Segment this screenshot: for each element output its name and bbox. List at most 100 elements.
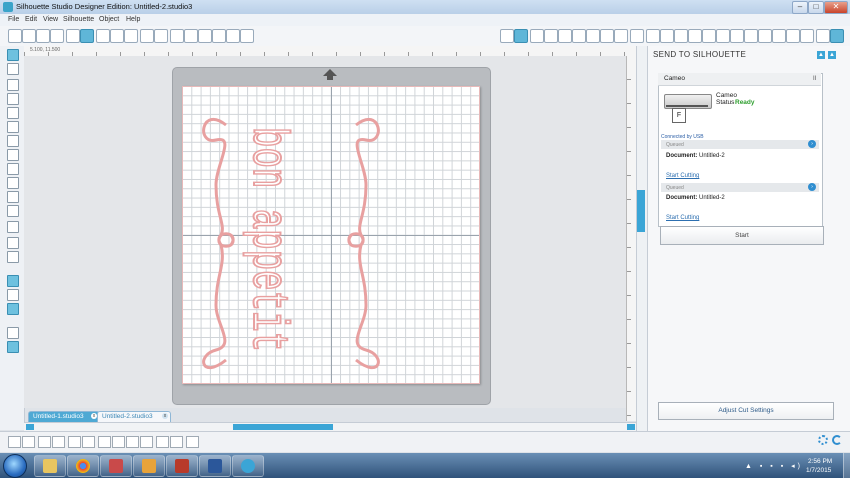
delete-icon[interactable] <box>82 436 95 448</box>
print-cut-icon[interactable] <box>800 29 814 43</box>
undo-icon[interactable] <box>140 29 154 43</box>
polygon-tool-icon[interactable] <box>7 93 19 105</box>
show-desktop-button[interactable] <box>843 453 850 478</box>
tab-close-icon[interactable]: x <box>162 413 168 419</box>
modify-icon[interactable] <box>688 29 702 43</box>
transform-icon[interactable] <box>600 29 614 43</box>
maximize-button[interactable]: □ <box>808 1 824 14</box>
clock-date[interactable]: 1/7/2015 <box>806 467 831 474</box>
paste-icon[interactable] <box>124 29 138 43</box>
line-color-icon[interactable] <box>544 29 558 43</box>
zoom-in-icon[interactable] <box>184 29 198 43</box>
fill-color-icon[interactable] <box>530 29 544 43</box>
tab-untitled-2[interactable]: Untitled-2.studio3 x <box>97 411 171 422</box>
menu-silhouette[interactable]: Silhouette <box>63 16 94 23</box>
menu-view[interactable]: View <box>43 16 58 23</box>
align-icon[interactable] <box>614 29 628 43</box>
new-icon[interactable] <box>8 29 22 43</box>
store-icon[interactable] <box>730 29 744 43</box>
select-tool-icon[interactable] <box>7 49 19 61</box>
vertical-scroll-thumb[interactable] <box>637 190 645 232</box>
chrome-task[interactable] <box>67 455 99 477</box>
start-cutting-link[interactable]: Start Cutting <box>666 173 699 179</box>
grid-settings-icon[interactable] <box>514 29 528 43</box>
horizontal-scroll-thumb[interactable] <box>233 424 333 430</box>
text-icon[interactable] <box>630 29 644 43</box>
scroll-right-icon[interactable] <box>627 424 635 430</box>
menu-help[interactable]: Help <box>126 16 140 23</box>
outlook-task[interactable] <box>133 455 165 477</box>
pause-icon[interactable]: II <box>813 76 816 82</box>
duplicate-icon[interactable] <box>68 436 81 448</box>
group-icon[interactable] <box>8 436 21 448</box>
send-back-icon[interactable] <box>112 436 125 448</box>
make-compound-icon[interactable] <box>38 436 51 448</box>
menu-edit[interactable]: Edit <box>25 16 37 23</box>
fit-to-page-icon[interactable] <box>240 29 254 43</box>
silhouette-task[interactable] <box>232 455 264 477</box>
show-store-icon[interactable] <box>7 289 19 301</box>
shadow-icon[interactable] <box>572 29 586 43</box>
line-style-icon[interactable] <box>558 29 572 43</box>
pan-icon[interactable] <box>170 29 184 43</box>
curve-tool-icon[interactable] <box>7 135 19 147</box>
panel-collapse-icon[interactable]: ▲ <box>817 51 825 59</box>
knife-left-icon[interactable] <box>7 251 19 263</box>
menu-object[interactable]: Object <box>99 16 119 23</box>
knife-icon[interactable] <box>702 29 716 43</box>
windows-start-icon[interactable] <box>3 454 27 478</box>
scroll-left-icon[interactable] <box>26 424 34 430</box>
start-button[interactable]: Start <box>660 226 824 245</box>
print-icon[interactable] <box>66 29 80 43</box>
ellipse-tool-icon[interactable] <box>7 121 19 133</box>
intersect-icon[interactable] <box>186 436 199 448</box>
arc-tool-icon[interactable] <box>7 149 19 161</box>
explorer-task[interactable] <box>34 455 66 477</box>
offset-icon[interactable] <box>660 29 674 43</box>
split-view-icon[interactable] <box>7 341 19 353</box>
zoom-out-icon[interactable] <box>198 29 212 43</box>
subtract-icon[interactable] <box>170 436 183 448</box>
cut-icon[interactable] <box>96 29 110 43</box>
smooth-freehand-icon[interactable] <box>7 177 19 189</box>
refresh-icon[interactable] <box>832 435 842 445</box>
replicate-icon[interactable] <box>646 29 660 43</box>
round-rect-icon[interactable] <box>7 191 19 203</box>
vertical-scrollbar[interactable] <box>636 46 647 431</box>
system-tray-icons[interactable]: ▲ ▪ ▪ ▪ ◂) <box>745 462 803 470</box>
show-library-icon[interactable] <box>7 275 19 287</box>
eraser-tool-icon[interactable] <box>816 29 830 43</box>
queue-expand-icon[interactable]: › <box>808 140 816 148</box>
redo-icon[interactable] <box>154 29 168 43</box>
app-task-2[interactable] <box>166 455 198 477</box>
minimize-button[interactable]: – <box>792 1 808 14</box>
page-setup-icon[interactable] <box>716 29 730 43</box>
polygon-shape-icon[interactable] <box>7 205 19 217</box>
rectangle-tool-icon[interactable] <box>7 107 19 119</box>
release-compound-icon[interactable] <box>52 436 65 448</box>
gear-icon[interactable] <box>818 435 828 445</box>
start-cutting-link[interactable]: Start Cutting <box>666 215 699 221</box>
show-web-icon[interactable] <box>7 303 19 315</box>
tab-untitled-1[interactable]: Untitled-1.studio3 x <box>28 411 100 422</box>
ungroup-icon[interactable] <box>22 436 35 448</box>
queue-expand-icon[interactable]: › <box>808 183 816 191</box>
open-icon[interactable] <box>22 29 36 43</box>
zoom-box-icon[interactable] <box>212 29 226 43</box>
eraser-left-icon[interactable] <box>7 237 19 249</box>
panel-expand-icon[interactable]: ▲ <box>828 51 836 59</box>
send-panel-icon[interactable] <box>830 29 844 43</box>
line-tool-icon[interactable] <box>7 79 19 91</box>
word-task[interactable] <box>199 455 231 477</box>
text-style-icon[interactable] <box>586 29 600 43</box>
text-tool-icon[interactable] <box>7 221 19 233</box>
freehand-tool-icon[interactable] <box>7 163 19 175</box>
send-backward-icon[interactable] <box>140 436 153 448</box>
design-store-icon[interactable] <box>758 29 772 43</box>
zoom-drag-icon[interactable] <box>226 29 240 43</box>
registration-icon[interactable] <box>786 29 800 43</box>
save-icon[interactable] <box>36 29 50 43</box>
close-button[interactable]: ✕ <box>824 1 848 14</box>
trace-icon[interactable] <box>674 29 688 43</box>
clock-time[interactable]: 2:56 PM <box>808 458 832 465</box>
